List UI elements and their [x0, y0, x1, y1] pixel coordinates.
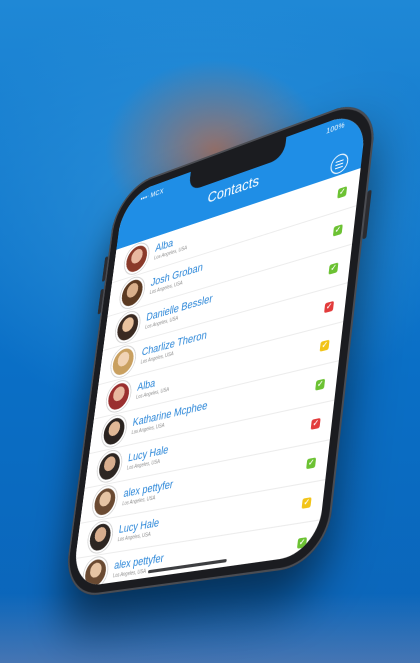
avatar [114, 308, 142, 346]
contact-list: Alba Los Angeles, USA ✓ Josh Groban Los … [71, 168, 361, 589]
avatar [91, 484, 119, 519]
status-badge: ✓ [292, 576, 303, 589]
status-badge: ✓ [328, 261, 339, 275]
contact-info [85, 583, 293, 588]
avatar [95, 448, 124, 484]
avatar [109, 343, 137, 380]
status-badge: ✓ [315, 378, 326, 391]
status-carrier: ▪▪▪ᐧ MCX [140, 188, 165, 204]
status-badge: ✓ [332, 223, 343, 237]
status-badge: ✓ [301, 496, 312, 509]
phone-mockup: ▪▪▪ᐧ MCX 100% Contacts Alba Los Angeles,… [62, 93, 379, 600]
status-battery: 100% [325, 121, 346, 136]
phone-side-button [362, 189, 372, 240]
avatar [118, 274, 146, 312]
phone-volume-button [97, 288, 104, 315]
status-badge: ✓ [324, 300, 335, 313]
phone-volume-button [101, 256, 109, 282]
status-badge: ✓ [310, 417, 321, 430]
avatar [86, 519, 115, 555]
status-badge: ✓ [297, 536, 308, 549]
status-badge: ✓ [306, 456, 317, 469]
avatar [100, 413, 128, 449]
status-badge: ✓ [337, 185, 348, 199]
avatar [104, 378, 133, 415]
menu-icon [335, 161, 344, 166]
phone-screen: ▪▪▪ᐧ MCX 100% Contacts Alba Los Angeles,… [71, 107, 368, 589]
stage: ▪▪▪ᐧ MCX 100% Contacts Alba Los Angeles,… [0, 0, 420, 663]
avatar [81, 555, 110, 589]
status-badge: ✓ [319, 339, 330, 352]
